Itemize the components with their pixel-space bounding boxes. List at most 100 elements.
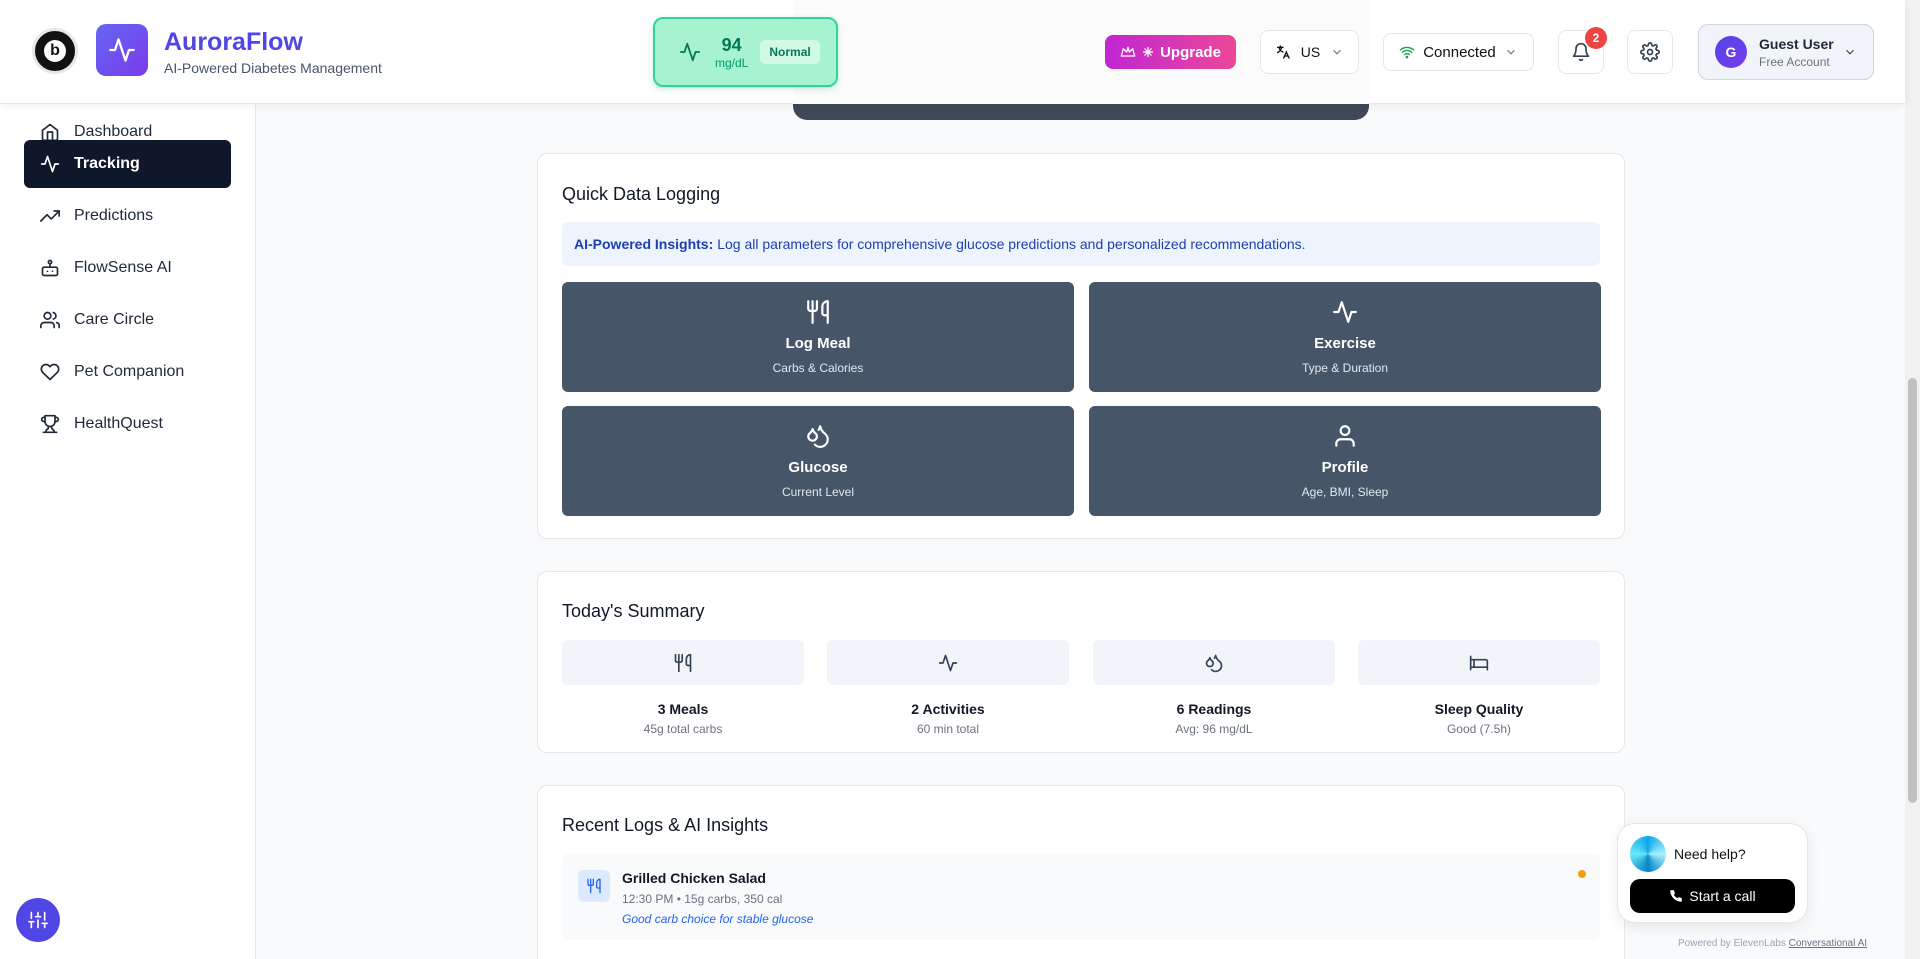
sidebar-item-healthquest[interactable]: HealthQuest bbox=[24, 400, 231, 448]
sidebar-item-flowsense[interactable]: FlowSense AI bbox=[24, 244, 231, 292]
sidebar-item-label: FlowSense AI bbox=[74, 259, 172, 276]
glucose-indicator[interactable]: 94 mg/dL Normal bbox=[653, 17, 838, 87]
chevron-down-icon bbox=[1333, 49, 1342, 55]
ai-insight-banner: AI-Powered Insights: Log all parameters … bbox=[562, 222, 1600, 266]
droplets-icon bbox=[1205, 654, 1223, 672]
status-dot bbox=[1578, 870, 1586, 878]
crown-icon bbox=[1120, 46, 1136, 57]
recent-logs-title: Recent Logs & AI Insights bbox=[562, 815, 769, 835]
app-subtitle: AI-Powered Diabetes Management bbox=[164, 60, 382, 76]
language-selector[interactable]: US bbox=[1260, 30, 1359, 74]
log-exercise-button[interactable]: Exercise Type & Duration bbox=[1089, 282, 1601, 392]
activity-icon bbox=[1333, 301, 1357, 323]
list-item[interactable]: Grilled Chicken Salad 12:30 PM • 15g car… bbox=[562, 854, 1600, 940]
page-scrollbar[interactable] bbox=[1905, 0, 1920, 959]
droplets-icon bbox=[807, 425, 829, 448]
quick-logging-title: Quick Data Logging bbox=[562, 184, 721, 204]
users-icon bbox=[40, 311, 60, 329]
sidebar-item-pet-companion[interactable]: Pet Companion bbox=[24, 348, 231, 396]
settings-button[interactable] bbox=[1627, 30, 1673, 74]
notification-count-badge: 2 bbox=[1585, 27, 1607, 49]
upgrade-label: Upgrade bbox=[1160, 43, 1221, 61]
sidebar-item-care-circle[interactable]: Care Circle bbox=[24, 296, 231, 344]
log-meta: 12:30 PM • 15g carbs, 350 cal bbox=[622, 892, 783, 906]
translate-icon bbox=[1276, 45, 1290, 59]
activity-icon bbox=[679, 42, 701, 62]
quick-logging-card: Quick Data Logging AI-Powered Insights: … bbox=[537, 153, 1625, 539]
bed-icon bbox=[1469, 655, 1489, 670]
utensils-icon bbox=[674, 653, 692, 672]
app-logo-icon[interactable] bbox=[96, 24, 148, 76]
sidebar-item-label: HealthQuest bbox=[74, 415, 163, 432]
todays-summary-card: Today's Summary 3 Meals 45g total carbs … bbox=[537, 571, 1625, 753]
glucose-value: 94 bbox=[721, 34, 742, 55]
activity-icon bbox=[40, 155, 60, 173]
summary-label: 6 Readings bbox=[1176, 701, 1252, 717]
powered-by-text: Powered by ElevenLabs Conversational AI bbox=[1678, 938, 1867, 949]
trophy-icon bbox=[40, 414, 60, 434]
summary-meals: 3 Meals 45g total carbs bbox=[562, 640, 804, 736]
tile-sub: Type & Duration bbox=[1301, 361, 1389, 375]
user-plan: Free Account bbox=[1759, 54, 1830, 69]
insight-text: Log all parameters for comprehensive glu… bbox=[717, 236, 1306, 252]
connection-status[interactable]: Connected bbox=[1383, 33, 1534, 71]
app-title: AuroraFlow bbox=[164, 28, 303, 56]
activity-icon bbox=[938, 654, 958, 671]
chevron-down-icon bbox=[1506, 49, 1515, 55]
user-name: Guest User bbox=[1759, 35, 1834, 52]
summary-readings: 6 Readings Avg: 96 mg/dL bbox=[1093, 640, 1335, 736]
summary-label: Sleep Quality bbox=[1434, 701, 1524, 717]
sidebar: Dashboard Tracking Predictions FlowSense… bbox=[0, 104, 256, 959]
insight-label: AI-Powered Insights: bbox=[574, 236, 714, 252]
phone-icon bbox=[1670, 890, 1683, 902]
sidebar-item-label: Tracking bbox=[74, 155, 140, 172]
powered-prefix: Powered by ElevenLabs bbox=[1678, 938, 1786, 949]
notifications-button[interactable]: 2 bbox=[1558, 27, 1607, 74]
sparkle-icon bbox=[1143, 47, 1154, 57]
sliders-icon bbox=[28, 911, 48, 929]
trending-up-icon bbox=[40, 210, 60, 222]
tile-sub: Carbs & Calories bbox=[772, 361, 864, 375]
log-glucose-button[interactable]: Glucose Current Level bbox=[562, 406, 1074, 516]
log-ai-insight: Good carb choice for stable glucose bbox=[622, 912, 814, 926]
sidebar-item-label: Dashboard bbox=[74, 123, 153, 140]
tile-label: Log Meal bbox=[785, 335, 851, 352]
log-title: Grilled Chicken Salad bbox=[622, 870, 766, 886]
tile-sub: Age, BMI, Sleep bbox=[1301, 485, 1389, 499]
summary-sub: Good (7.5h) bbox=[1446, 722, 1512, 736]
summary-title: Today's Summary bbox=[562, 601, 705, 621]
gear-icon bbox=[1640, 42, 1660, 62]
sidebar-item-label: Predictions bbox=[74, 207, 154, 224]
utensils-icon bbox=[587, 878, 601, 894]
user-icon bbox=[1335, 425, 1355, 447]
tile-sub: Current Level bbox=[781, 485, 855, 499]
bolt-logo[interactable]: b bbox=[32, 28, 78, 74]
sidebar-item-predictions[interactable]: Predictions bbox=[24, 192, 231, 240]
bot-icon bbox=[41, 259, 59, 277]
start-call-label: Start a call bbox=[1689, 888, 1756, 904]
chevron-down-icon bbox=[1846, 49, 1854, 55]
powered-link[interactable]: Conversational AI bbox=[1789, 938, 1867, 949]
user-menu-button[interactable]: G Guest User Free Account bbox=[1698, 24, 1874, 80]
utensils-icon bbox=[807, 300, 829, 324]
logo-letter: b bbox=[44, 40, 66, 62]
accessibility-settings-button[interactable] bbox=[16, 898, 60, 942]
avatar: G bbox=[1715, 36, 1747, 68]
scrollbar-thumb[interactable] bbox=[1908, 378, 1917, 803]
log-meal-button[interactable]: Log Meal Carbs & Calories bbox=[562, 282, 1074, 392]
home-icon bbox=[41, 123, 59, 142]
tile-label: Glucose bbox=[788, 459, 848, 476]
upgrade-button[interactable]: Upgrade bbox=[1105, 35, 1236, 69]
sidebar-item-label: Pet Companion bbox=[74, 363, 185, 380]
summary-sub: 45g total carbs bbox=[643, 722, 723, 736]
summary-sub: Avg: 96 mg/dL bbox=[1175, 722, 1253, 736]
tile-label: Profile bbox=[1321, 459, 1369, 476]
connection-label: Connected bbox=[1423, 43, 1496, 61]
summary-sleep: Sleep Quality Good (7.5h) bbox=[1358, 640, 1600, 736]
log-profile-button[interactable]: Profile Age, BMI, Sleep bbox=[1089, 406, 1601, 516]
sidebar-item-label: Care Circle bbox=[74, 311, 155, 328]
help-prompt: Need help? bbox=[1674, 846, 1746, 862]
sidebar-item-tracking[interactable]: Tracking bbox=[24, 140, 231, 188]
recent-logs-card: Recent Logs & AI Insights Grilled Chicke… bbox=[537, 785, 1625, 959]
start-call-button[interactable]: Start a call bbox=[1630, 879, 1795, 913]
